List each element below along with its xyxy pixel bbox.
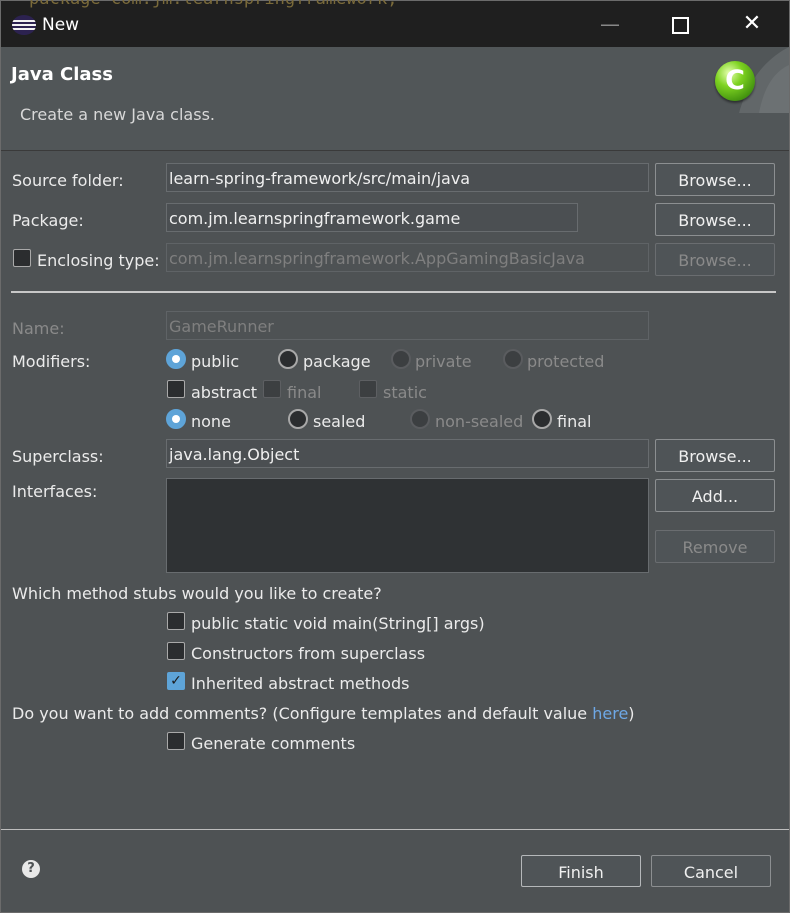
generate-comments-checkbox[interactable]	[167, 732, 185, 750]
new-java-class-dialog: package com.jm.learnspringframework; New…	[0, 0, 790, 913]
comments-question-text: Do you want to add comments? (Configure …	[12, 704, 593, 723]
enclosing-type-browse-button[interactable]: Browse...	[655, 243, 775, 276]
wizard-title: Java Class	[11, 64, 113, 85]
configure-templates-link[interactable]: here	[592, 704, 628, 723]
stub-constructors-label: Constructors from superclass	[191, 644, 426, 663]
superclass-label: Superclass:	[12, 447, 104, 466]
stub-inherited-checkbox[interactable]: ✓	[167, 672, 185, 690]
superclass-input[interactable]: java.lang.Object	[166, 439, 649, 468]
sealing-none-label: none	[191, 412, 231, 431]
source-folder-input[interactable]: learn-spring-framework/src/main/java	[166, 163, 649, 192]
method-stubs-question: Which method stubs would you like to cre…	[12, 584, 382, 603]
window-title: New	[42, 15, 80, 35]
package-label: Package:	[12, 211, 84, 230]
background-editor-code: package com.jm.learnspringframework;	[29, 0, 397, 9]
help-icon[interactable]: ?	[22, 860, 40, 878]
title-bar[interactable]: package com.jm.learnspringframework; New…	[1, 0, 789, 47]
sealing-non-sealed-label: non-sealed	[435, 412, 524, 431]
modifier-protected-radio[interactable]	[503, 349, 523, 369]
sealing-none-radio[interactable]	[166, 409, 186, 429]
enclosing-type-input[interactable]: com.jm.learnspringframework.AppGamingBas…	[166, 243, 649, 272]
maximize-button[interactable]	[645, 1, 715, 47]
cancel-button[interactable]: Cancel	[651, 855, 771, 887]
package-browse-button[interactable]: Browse...	[655, 203, 775, 236]
modifier-abstract-checkbox[interactable]	[167, 380, 185, 398]
finish-button[interactable]: Finish	[521, 855, 641, 887]
wizard-header: Java Class Create a new Java class. C	[1, 47, 789, 151]
interfaces-label: Interfaces:	[12, 482, 98, 501]
modifiers-label: Modifiers:	[12, 352, 91, 371]
sealing-final-label: final	[557, 412, 592, 431]
modifier-abstract-label: abstract	[191, 383, 258, 402]
modifier-private-radio[interactable]	[391, 349, 411, 369]
separator	[11, 291, 776, 293]
modifier-static-checkbox[interactable]	[359, 380, 377, 398]
sealing-final-radio[interactable]	[532, 409, 552, 429]
modifier-public-radio[interactable]	[166, 349, 186, 369]
java-class-icon: C	[715, 61, 755, 101]
stub-inherited-label: Inherited abstract methods	[191, 674, 410, 693]
modifier-package-label: package	[303, 352, 371, 371]
package-input[interactable]: com.jm.learnspringframework.game	[166, 203, 578, 232]
name-label: Name:	[12, 319, 65, 338]
sealing-non-sealed-radio[interactable]	[410, 409, 430, 429]
source-folder-label: Source folder:	[12, 171, 124, 190]
check-icon: ✓	[170, 673, 182, 689]
stub-main-label: public static void main(String[] args)	[191, 614, 485, 633]
stub-main-checkbox[interactable]	[167, 612, 185, 630]
modifier-private-label: private	[415, 352, 472, 371]
maximize-icon	[671, 17, 689, 34]
modifier-final-checkbox[interactable]	[263, 380, 281, 398]
source-folder-browse-button[interactable]: Browse...	[655, 163, 775, 196]
wizard-description: Create a new Java class.	[20, 105, 215, 124]
modifier-final-label: final	[287, 383, 322, 402]
comments-question: Do you want to add comments? (Configure …	[12, 704, 635, 723]
superclass-browse-button[interactable]: Browse...	[655, 439, 775, 472]
enclosing-type-checkbox[interactable]	[13, 249, 31, 267]
comments-question-end: )	[628, 704, 635, 723]
name-input[interactable]: GameRunner	[166, 311, 649, 340]
interfaces-list[interactable]	[166, 478, 649, 573]
close-button[interactable]: ✕	[717, 1, 787, 47]
enclosing-type-label: Enclosing type:	[37, 251, 160, 270]
modifier-public-label: public	[191, 352, 240, 371]
minimize-button[interactable]: —	[575, 1, 645, 47]
interfaces-add-button[interactable]: Add...	[655, 479, 775, 512]
stub-constructors-checkbox[interactable]	[167, 642, 185, 660]
interfaces-remove-button[interactable]: Remove	[655, 530, 775, 563]
generate-comments-label: Generate comments	[191, 734, 356, 753]
sealing-sealed-label: sealed	[313, 412, 366, 431]
footer-separator	[1, 829, 789, 830]
sealing-sealed-radio[interactable]	[288, 409, 308, 429]
eclipse-app-icon	[12, 15, 36, 35]
modifier-static-label: static	[383, 383, 427, 402]
modifier-package-radio[interactable]	[278, 349, 298, 369]
modifier-protected-label: protected	[527, 352, 605, 371]
